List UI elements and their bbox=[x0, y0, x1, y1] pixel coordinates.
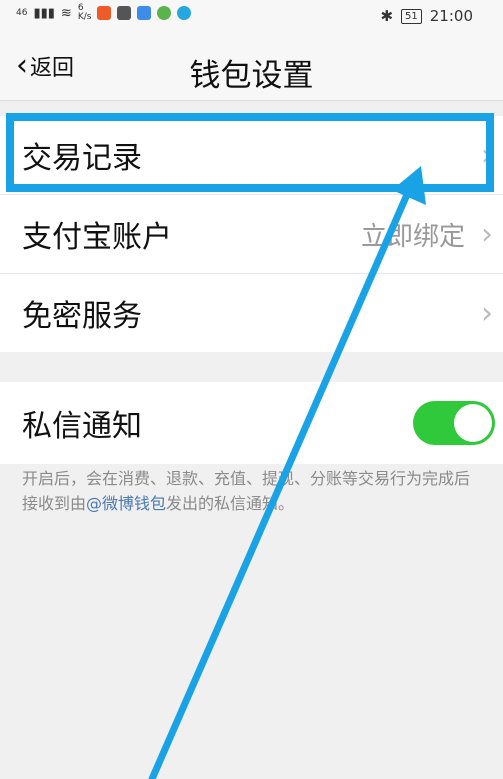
pointer-arrow-icon bbox=[148, 166, 426, 779]
